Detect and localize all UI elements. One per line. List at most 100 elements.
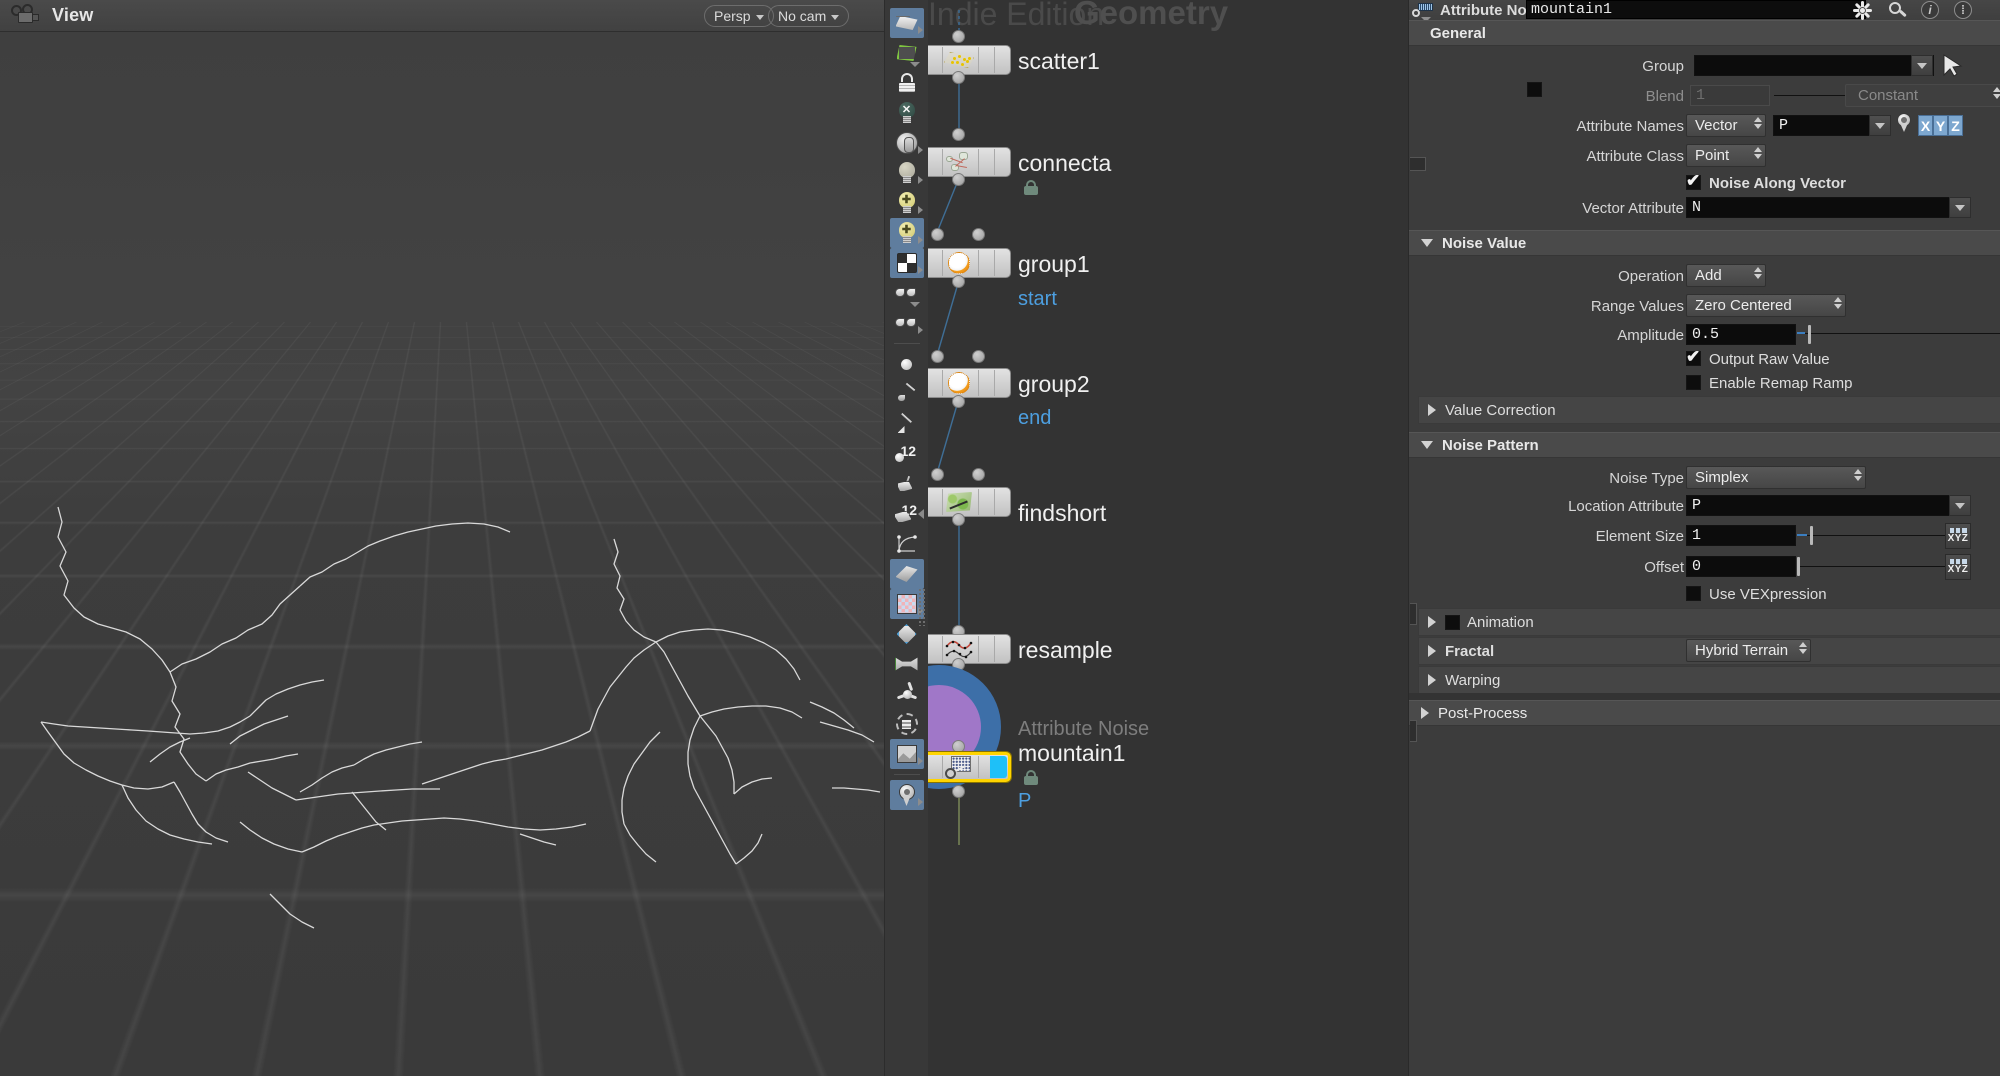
node-input-port[interactable] xyxy=(931,350,944,363)
sidebar-item-ghost-display[interactable] xyxy=(890,278,924,308)
offset-slider-handle[interactable] xyxy=(1797,557,1800,576)
output-raw-value-checkbox[interactable] xyxy=(1686,347,1701,367)
element-size-xyz-button[interactable]: XYZ xyxy=(1945,523,1971,549)
sidebar-item-brush-tool[interactable] xyxy=(890,379,924,409)
range-values-menu[interactable]: Zero Centered xyxy=(1686,294,1846,317)
node-group1[interactable] xyxy=(928,248,1011,278)
blend-slider-track[interactable] xyxy=(1774,95,1852,96)
attribute-names-input[interactable]: P xyxy=(1773,115,1881,136)
network-editor-pane[interactable]: Indie Edition Geometry scatter1 connecta… xyxy=(928,0,1408,1076)
subsection-warping[interactable]: Warping xyxy=(1418,666,2000,694)
toolbar-scroll-grip[interactable] xyxy=(918,588,926,626)
sidebar-item-ghost-playback[interactable] xyxy=(890,308,924,338)
animation-checkbox[interactable] xyxy=(1445,614,1460,630)
node-input-port-2[interactable] xyxy=(972,350,985,363)
node-output-port[interactable] xyxy=(952,71,965,84)
sidebar-item-curve-display[interactable] xyxy=(890,529,924,559)
sidebar-item-lock-selection[interactable] xyxy=(890,68,924,98)
group-input[interactable] xyxy=(1694,55,1934,76)
node-output-port[interactable] xyxy=(952,785,965,798)
parameter-info-button[interactable]: i xyxy=(1917,0,1943,20)
sidebar-item-marker-display[interactable] xyxy=(889,780,924,810)
offset-input[interactable]: 0 xyxy=(1686,556,1796,577)
parameter-search-button[interactable] xyxy=(1884,0,1910,20)
sidebar-item-display-shading[interactable] xyxy=(890,128,924,158)
fractal-menu[interactable]: Hybrid Terrain xyxy=(1686,639,1811,662)
section-post-process[interactable]: Post-Process xyxy=(1409,700,2000,726)
sidebar-item-geometry-display[interactable] xyxy=(889,559,924,589)
node-output-port[interactable] xyxy=(952,173,965,186)
sidebar-item-select-plane-tool[interactable] xyxy=(889,8,924,38)
blend-value-input[interactable]: 1 xyxy=(1690,85,1770,106)
section-noise-value[interactable]: Noise Value xyxy=(1409,230,2000,256)
viewport-3d-canvas[interactable] xyxy=(0,32,884,1076)
viewport-camera-selector[interactable]: No cam xyxy=(768,5,850,27)
viewport-persp-selector[interactable]: Persp xyxy=(704,5,774,27)
sidebar-item-primitive-tool[interactable] xyxy=(890,469,924,499)
sidebar-item-pen-tool[interactable] xyxy=(890,409,924,439)
sidebar-item-point-display[interactable] xyxy=(890,349,924,379)
node-name-input[interactable]: mountain1 xyxy=(1526,0,1866,19)
blend-mode-menu[interactable]: Constant xyxy=(1845,84,2000,107)
node-group2[interactable] xyxy=(928,368,1011,398)
attribute-class-menu[interactable]: Point xyxy=(1686,144,1766,167)
axis-toggle-z[interactable]: Z xyxy=(1948,115,1963,136)
location-attribute-input[interactable]: P xyxy=(1686,495,1971,516)
section-general[interactable]: General xyxy=(1409,20,2000,46)
sidebar-item-light-add[interactable]: ✚ xyxy=(890,188,924,218)
sidebar-item-volume-display[interactable] xyxy=(890,709,924,739)
attribute-names-kind-menu[interactable]: Vector xyxy=(1686,114,1766,137)
offset-xyz-button[interactable]: XYZ xyxy=(1945,554,1971,580)
amplitude-slider-handle[interactable] xyxy=(1808,325,1811,344)
node-output-port[interactable] xyxy=(952,513,965,526)
sidebar-item-light-normal[interactable] xyxy=(890,158,924,188)
node-input-port[interactable] xyxy=(931,468,944,481)
axis-toggle-y[interactable]: Y xyxy=(1933,115,1948,136)
subsection-value-correction[interactable]: Value Correction xyxy=(1418,396,2000,424)
node-mountain1[interactable] xyxy=(928,752,1011,782)
spare-parameter-slot-3[interactable] xyxy=(1410,720,1417,742)
attribute-names-pin-button[interactable] xyxy=(1897,113,1915,135)
node-input-port-2[interactable] xyxy=(972,468,985,481)
noise-type-menu[interactable]: Simplex xyxy=(1686,466,1866,489)
node-output-port[interactable] xyxy=(952,395,965,408)
node-output-port[interactable] xyxy=(952,275,965,288)
subsection-animation[interactable]: Animation xyxy=(1418,608,2000,636)
node-input-port-2[interactable] xyxy=(972,228,985,241)
parameter-gear-button[interactable] xyxy=(1849,0,1875,20)
element-size-input[interactable]: 1 xyxy=(1686,525,1796,546)
enable-remap-ramp-checkbox[interactable] xyxy=(1686,375,1701,390)
node-connectadjacentpieces[interactable] xyxy=(928,147,1011,177)
node-resample[interactable] xyxy=(928,634,1011,664)
element-size-slider-track[interactable] xyxy=(1797,535,1952,536)
node-findshortestpath[interactable] xyxy=(928,487,1011,517)
attribute-names-dropdown-button[interactable] xyxy=(1869,115,1891,136)
amplitude-slider-track[interactable] xyxy=(1797,333,2000,334)
node-display-flag[interactable] xyxy=(990,756,1007,778)
location-attribute-dropdown-button[interactable] xyxy=(1949,495,1971,516)
sidebar-item-background-image[interactable] xyxy=(889,739,924,769)
operation-menu[interactable]: Add xyxy=(1686,264,1766,287)
group-dropdown-button[interactable] xyxy=(1911,55,1933,76)
sidebar-item-snap-to-geometry[interactable] xyxy=(890,38,924,68)
sidebar-item-primitive-numbers[interactable]: 12 xyxy=(890,499,924,529)
parameter-help-button[interactable]: ⁞ xyxy=(1950,0,1976,20)
sidebar-item-selection-hull[interactable] xyxy=(890,649,924,679)
node-input-port[interactable] xyxy=(931,228,944,241)
use-vexpression-checkbox[interactable] xyxy=(1686,586,1701,601)
element-size-slider-handle[interactable] xyxy=(1810,526,1813,545)
spare-parameter-slot-2[interactable] xyxy=(1410,603,1417,625)
sidebar-item-headlight-off[interactable]: ✕ xyxy=(890,98,924,128)
node-scatter1[interactable] xyxy=(928,45,1011,75)
section-noise-pattern[interactable]: Noise Pattern xyxy=(1409,432,2000,458)
group-pick-cursor-icon[interactable] xyxy=(1942,54,1964,83)
vector-attribute-dropdown-button[interactable] xyxy=(1949,197,1971,218)
noise-along-vector-checkbox[interactable] xyxy=(1686,171,1701,191)
axis-toggle-x[interactable]: X xyxy=(1918,115,1933,136)
offset-slider-track[interactable] xyxy=(1797,566,1952,567)
sidebar-item-point-numbers[interactable]: 12 xyxy=(890,439,924,469)
sidebar-item-material-display[interactable] xyxy=(889,248,924,278)
vector-attribute-input[interactable]: N xyxy=(1686,197,1971,218)
sidebar-item-axis-display[interactable] xyxy=(890,679,924,709)
node-input-port[interactable] xyxy=(952,30,965,43)
